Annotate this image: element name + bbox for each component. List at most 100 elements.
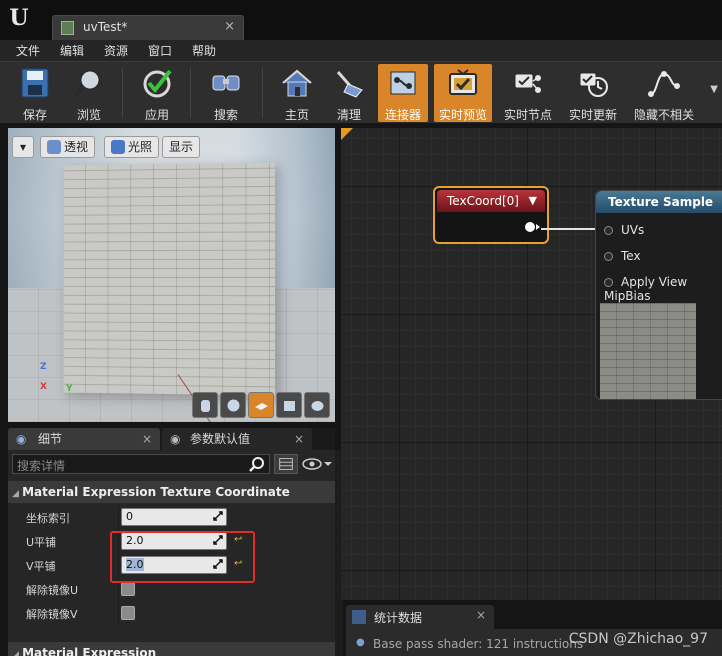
search-icon [249,457,264,472]
menu-file[interactable]: 文件 [16,42,40,59]
home-button[interactable]: 主页 [270,64,324,122]
pin-circle-icon [604,226,613,235]
axis-y-label: Y [66,384,73,394]
apply-view-mipbias-pin-label: Apply View MipBias [604,275,688,303]
live-preview-button[interactable]: 实时预览 [434,64,492,122]
teapot-icon [311,401,324,411]
texcoord-node-header: TexCoord[0] ▼ [437,190,545,212]
material-asset-icon [61,21,74,35]
toolbar-more-icon[interactable]: ▼ [710,84,718,95]
view-options-grid-button[interactable] [274,454,298,474]
preview-plane-button[interactable] [248,392,274,418]
toolbar: 保存 浏览 应用 搜索 主页 清理 连接器 实时预览 实时节点 实时更新 隐藏不… [0,61,722,123]
texture-sample-node[interactable]: Texture Sample UVs Tex Apply View MipBia… [595,190,722,400]
pin-circle-icon [604,278,613,287]
hide-unrelated-button[interactable]: 隐藏不相关 [630,64,698,122]
save-label: 保存 [22,108,47,122]
texture-sample-node-title: Texture Sample [596,191,722,213]
category-texture-coordinate[interactable]: ◢ Material Expression Texture Coordinate [8,481,335,503]
perspective-icon [47,140,61,154]
perspective-label: 透视 [64,140,89,154]
tab-details-label: 细节 [38,432,63,446]
cylinder-icon [201,400,210,412]
unmirror-u-checkbox[interactable] [121,582,135,596]
close-stats-tab-icon[interactable]: × [476,608,486,622]
plane-icon [255,403,268,410]
home-icon [282,69,312,97]
category-texture-coordinate-label: Material Expression Texture Coordinate [22,485,290,499]
clean-button[interactable]: 清理 [324,64,374,122]
preview-cube-button[interactable] [276,392,302,418]
live-update-button[interactable]: 实时更新 [562,64,624,122]
close-tab-icon[interactable]: × [224,19,235,34]
category-material-expression[interactable]: ◢ Material Expression [8,642,335,656]
menu-edit[interactable]: 编辑 [60,42,84,59]
apply-view-mipbias-input-pin[interactable]: Apply View MipBias [604,275,722,303]
search-button[interactable]: 搜索 [198,64,254,122]
lit-button[interactable]: 光照 [104,136,160,158]
preview-cylinder-button[interactable] [192,392,218,418]
menu-help[interactable]: 帮助 [192,42,216,59]
connection-wire [541,228,603,230]
bullet-icon: ● [356,637,365,648]
texcoord-output-pin[interactable] [525,222,540,232]
details-tab-icon: ◉ [16,432,27,446]
collapse-node-icon[interactable]: ▼ [529,190,537,212]
tab-details[interactable]: ◉ 细节 × [8,428,160,450]
stats-tab-label: 统计数据 [374,611,423,625]
browse-button[interactable]: 浏览 [62,64,116,122]
connector-label: 连接器 [384,108,421,122]
material-graph-canvas[interactable]: TexCoord[0] ▼ Texture Sample UVs Tex App… [341,128,722,600]
show-button[interactable]: 显示 [162,136,201,158]
v-tiling-label: V平铺 [26,560,56,573]
tab-stats[interactable]: 统计数据 × [346,605,494,629]
tab-parameter-defaults[interactable]: ◉ 参数默认值 × [162,428,312,450]
stats-icon [352,610,366,624]
unmirror-u-label: 解除镜像U [26,584,79,597]
preview-custom-mesh-button[interactable] [304,392,330,418]
hide-unrelated-icon [648,71,680,97]
browse-label: 浏览 [76,108,101,122]
details-search-input[interactable]: 搜索详情 [12,454,270,474]
save-button[interactable]: 保存 [8,64,62,122]
live-nodes-button[interactable]: 实时节点 [498,64,558,122]
coordinate-index-field[interactable]: 0 [121,508,227,526]
texture-thumbnail [600,303,696,399]
document-tab-label: uvTest* [83,20,128,34]
close-params-tab-icon[interactable]: × [294,428,304,450]
preview-sphere-button[interactable] [220,392,246,418]
clean-label: 清理 [336,108,361,122]
texcoord-node-title: TexCoord[0] [447,194,519,208]
graph-corner-marker [341,128,353,140]
toolbar-separator [262,68,263,118]
live-nodes-label: 实时节点 [503,108,552,122]
perspective-button[interactable]: 透视 [40,136,96,158]
viewport-options-dropdown[interactable]: ▾ [12,136,34,158]
uvs-input-pin[interactable]: UVs [604,223,644,237]
live-nodes-icon [514,73,541,93]
clean-icon [336,71,363,98]
unmirror-v-checkbox[interactable] [121,606,135,620]
document-tab[interactable]: uvTest* × [52,15,244,40]
watermark-text: CSDN @Zhichao_97 [568,631,708,647]
tex-input-pin[interactable]: Tex [604,249,641,263]
visibility-eye-button[interactable] [302,456,332,472]
close-details-tab-icon[interactable]: × [142,428,152,450]
live-preview-icon [449,69,477,95]
unmirror-v-label: 解除镜像V [26,608,78,621]
apply-button[interactable]: 应用 [130,64,184,122]
uvs-pin-label: UVs [621,223,645,237]
live-update-icon [579,72,608,97]
column-divider [118,602,119,626]
menu-asset[interactable]: 资源 [104,42,128,59]
grid-icon [279,458,293,470]
preview-viewport[interactable]: ▾ 透视 光照 显示 Z X Y [8,128,335,422]
menu-window[interactable]: 窗口 [148,42,172,59]
title-bar: U uvTest* × [0,0,722,40]
connector-button[interactable]: 连接器 [378,64,428,122]
lit-label: 光照 [128,140,153,154]
hide-unrelated-label: 隐藏不相关 [633,108,694,122]
toolbar-separator [122,68,123,118]
texcoord-node[interactable]: TexCoord[0] ▼ [433,186,549,244]
unreal-logo-icon[interactable]: U [6,4,32,32]
